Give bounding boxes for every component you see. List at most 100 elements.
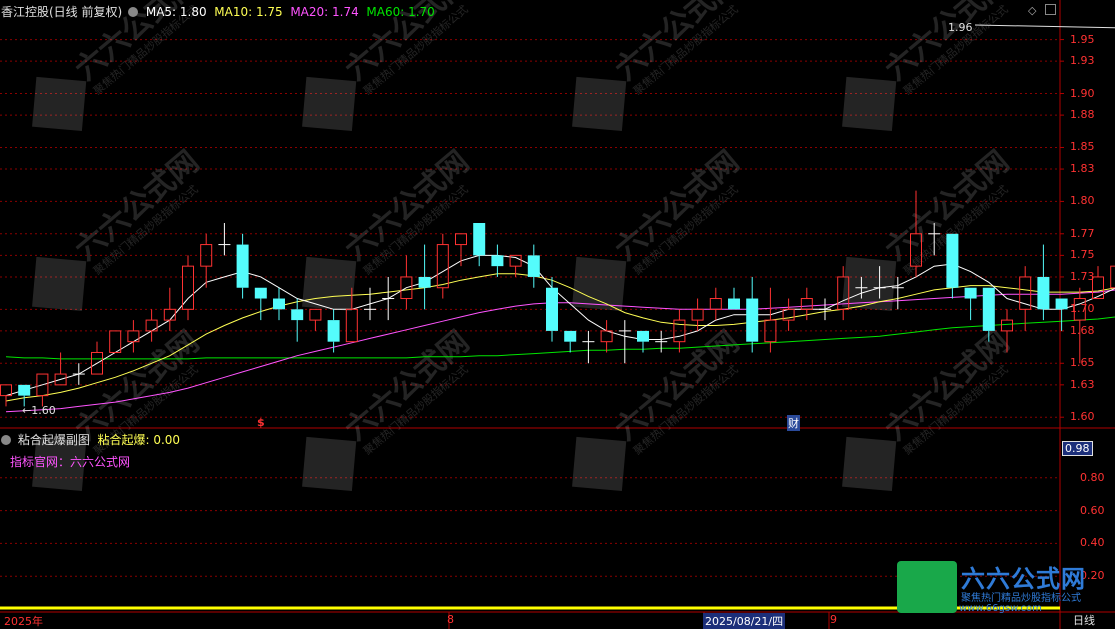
candle: [1037, 244, 1050, 321]
brand-slogan: 聚焦热门精品炒股指标公式: [961, 593, 1081, 604]
price-tick-label: 1.85: [1070, 140, 1095, 154]
watermark-diamond: [32, 256, 87, 312]
candle-body: [1001, 319, 1013, 332]
price-tick-label: 1.83: [1070, 162, 1095, 176]
high-marker-arrow: [974, 24, 1115, 29]
candle: [491, 244, 504, 277]
price-tick-label: 1.70: [1070, 302, 1095, 316]
watermark-diamond: [302, 436, 357, 492]
sub-tick-label: 0.80: [1080, 470, 1105, 484]
watermark-brand-text: 六六公式网: [879, 324, 1016, 447]
candle: [91, 341, 103, 375]
month-9-label: 9: [830, 613, 837, 626]
price-tick-label: 1.75: [1070, 248, 1095, 262]
price-tick-label: 1.95: [1070, 32, 1095, 46]
candle: [436, 233, 449, 299]
ma5-label: MA5: 1.80: [145, 5, 207, 19]
candle-body: [455, 233, 467, 246]
price-tick-label: 1.63: [1070, 377, 1095, 391]
candle-body: [1019, 276, 1032, 310]
candle: [109, 330, 122, 353]
year-label: 2025年: [4, 615, 43, 628]
sub-current-value-label: 0.98: [1062, 441, 1093, 457]
candle: [273, 287, 285, 321]
stock-title[interactable]: 香江控股(日线 前复权): [1, 5, 122, 19]
watermark-diamond: [302, 76, 357, 132]
watermark-item: 六六公式网聚焦热门精品炒股指标公式: [32, 0, 206, 132]
watermark-diamond: [842, 436, 897, 492]
diamond-icon[interactable]: ◇: [1028, 4, 1036, 17]
collapse-icon[interactable]: [128, 7, 139, 17]
ma60-label: MA60: 1.70: [366, 5, 435, 19]
watermark-item: 六六公式网聚焦热门精品炒股指标公式: [842, 0, 1016, 132]
candle-body: [254, 287, 267, 299]
watermark-diamond: [572, 76, 627, 132]
brand-url: www.66gsw.com: [959, 603, 1042, 614]
candle: [200, 233, 213, 288]
candle-body: [709, 298, 722, 310]
watermark-diamond: [302, 256, 357, 312]
low-price-marker: ←1.60: [22, 404, 56, 417]
candle-body: [1110, 265, 1115, 289]
candle-body: [236, 244, 249, 288]
price-tick-label: 1.80: [1070, 194, 1095, 208]
logo-mark-icon: [897, 561, 957, 613]
cursor-date-label: 2025/08/21/四: [703, 613, 786, 629]
candle-body: [273, 298, 285, 310]
candle-body: [691, 308, 704, 321]
watermark-item: 六六公式网聚焦热门精品炒股指标公式: [842, 324, 1016, 492]
candle-body: [946, 233, 959, 288]
watermark-item: 六六公式网聚焦热门精品炒股指标公式: [32, 144, 206, 312]
candle: [600, 320, 613, 353]
month-8-label: 8: [447, 613, 454, 626]
candle: [455, 233, 467, 267]
candle: [36, 373, 49, 407]
candle: [819, 298, 831, 321]
candle: [145, 309, 158, 342]
candle: [72, 363, 85, 385]
kline-chart[interactable]: 六六公式网聚焦热门精品炒股指标公式 六六公式网聚焦热门精品炒股指标公式 六六公式网聚…: [0, 0, 1115, 629]
high-price-marker: 1.96: [948, 21, 973, 34]
candle: [236, 233, 249, 299]
candle-body: [309, 308, 322, 321]
watermark-brand-text: 六六公式网: [69, 324, 206, 447]
sub-indicator-title[interactable]: 粘合起爆副图: [18, 433, 90, 447]
candle-body: [964, 287, 977, 299]
candle: [655, 330, 668, 353]
price-tick-label: 1.77: [1070, 226, 1095, 240]
watermark-diamond: [32, 76, 87, 132]
collapse-icon[interactable]: [1, 435, 11, 445]
candle-body: [800, 298, 813, 310]
candle-body: [345, 308, 358, 343]
candle-body: [728, 298, 740, 310]
candle-body: [145, 319, 158, 332]
watermark-item: 六六公式网聚焦热门精品炒股指标公式: [572, 0, 746, 132]
candle: [364, 287, 376, 321]
candle: [564, 330, 577, 353]
candle-body: [746, 298, 759, 342]
low-price-value: 1.60: [31, 404, 56, 417]
brand-logo: 六六公式网 聚焦热门精品炒股指标公式 www.66gsw.com: [897, 559, 1115, 615]
watermark-brand-text: 六六公式网: [609, 144, 746, 267]
main-header: 香江控股(日线 前复权) MA5: 1.80 MA10: 1.75 MA20: …: [1, 3, 435, 20]
candle: [746, 276, 759, 353]
candle: [0, 384, 12, 407]
candle: [1055, 298, 1068, 331]
finance-marker[interactable]: 财: [787, 415, 800, 431]
price-tick-label: 1.68: [1070, 323, 1095, 337]
watermark-brand-text: 六六公式网: [69, 144, 206, 267]
candle: [527, 244, 540, 288]
candle-body: [436, 244, 449, 289]
candle: [400, 255, 413, 310]
dividend-marker[interactable]: $: [257, 416, 265, 429]
candle-body: [327, 320, 340, 342]
candle: [473, 223, 486, 267]
candle: [618, 320, 631, 364]
candle-body: [109, 330, 122, 353]
candle: [709, 287, 722, 321]
candle: [582, 330, 595, 364]
price-tick-label: 1.93: [1070, 54, 1095, 68]
scale-toggle-icon[interactable]: [1045, 4, 1056, 15]
watermark-diamond: [842, 76, 897, 132]
ma10-label: MA10: 1.75: [214, 5, 283, 19]
